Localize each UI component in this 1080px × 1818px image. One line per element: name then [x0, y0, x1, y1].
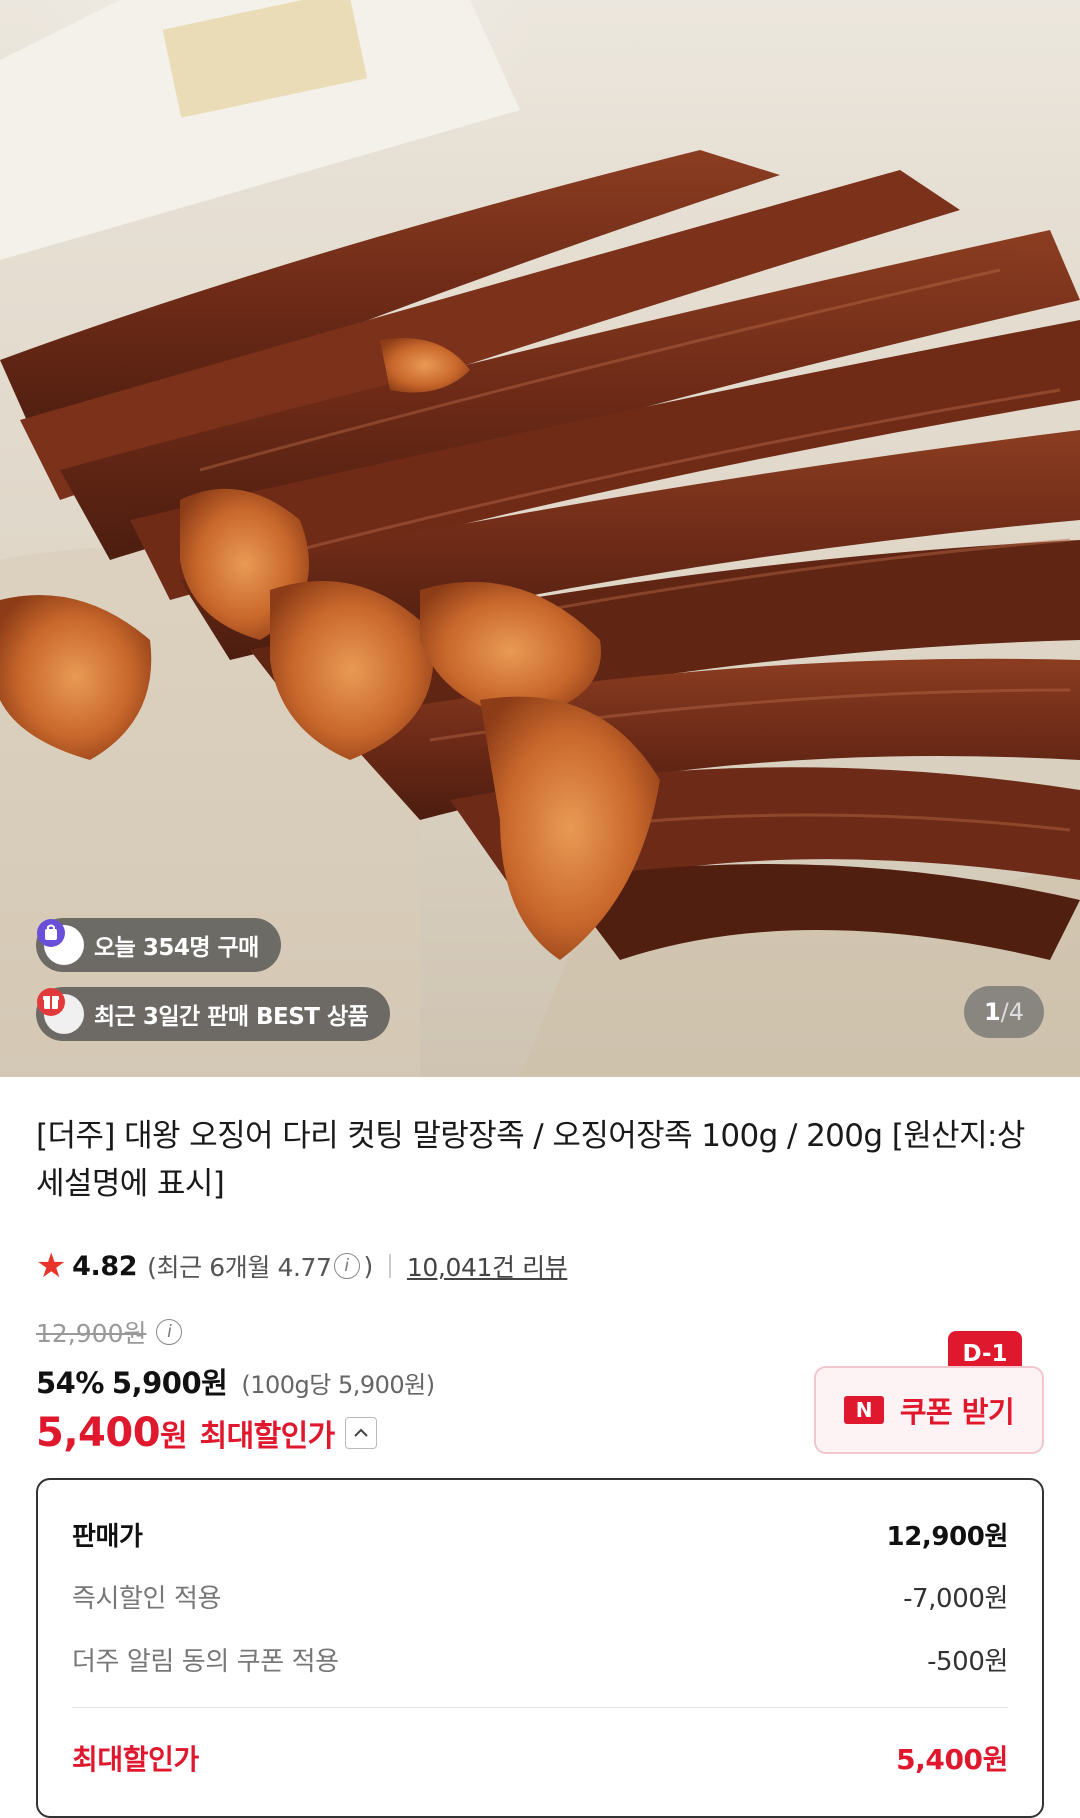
shopping-bag-icon: [37, 919, 84, 965]
original-price: 12,900원: [36, 1319, 147, 1348]
naver-logo-icon: N: [843, 1396, 884, 1424]
get-coupon-label: 쿠폰 받기: [899, 1395, 1015, 1429]
get-coupon-button[interactable]: N 쿠폰 받기: [814, 1366, 1044, 1454]
today-purchases-text: 오늘 354명 구매: [94, 935, 259, 961]
original-price-row: 12,900원 i: [36, 1314, 186, 1350]
review-count-link[interactable]: 10,041건 리뷰: [407, 1248, 568, 1284]
breakdown-row-total: 최대할인가 5,400원: [72, 1743, 1008, 1776]
breakdown-row-coupon: 더주 알림 동의 쿠폰 적용 -500원: [72, 1647, 1008, 1677]
image-page-indicator: 1 / 4: [964, 986, 1044, 1038]
chevron-up-icon[interactable]: [344, 1417, 377, 1449]
best-seller-text: 최근 3일간 판매 BEST 상품: [94, 1004, 369, 1030]
rating-row: ★ 4.82 (최근 6개월 4.77 i ) 10,041건 리뷰: [36, 1246, 568, 1286]
today-purchases-badge: 오늘 354명 구매: [36, 918, 281, 972]
discount-percent: 54%: [36, 1366, 104, 1400]
recent-rating-close: ): [363, 1251, 374, 1281]
dried-squid-photo: [0, 0, 1080, 1077]
recent-rating: (최근 6개월 4.77: [147, 1253, 332, 1282]
breakdown-row-instant-discount: 즉시할인 적용 -7,000원: [72, 1584, 1008, 1614]
final-price: 5,400: [36, 1410, 161, 1456]
rating-score: 4.82: [72, 1250, 138, 1282]
price-breakdown-panel: 판매가 12,900원 즉시할인 적용 -7,000원 더주 알림 동의 쿠폰 …: [36, 1478, 1044, 1818]
star-icon: ★: [36, 1246, 67, 1286]
divider: [388, 1254, 391, 1278]
sale-price: 5,900원: [111, 1366, 228, 1400]
final-price-unit: 원: [160, 1419, 188, 1454]
best-seller-badge: 최근 3일간 판매 BEST 상품: [36, 987, 391, 1041]
unit-price: (100g당 5,900원): [241, 1371, 435, 1399]
divider: [72, 1707, 1008, 1708]
product-title: [더주] 대왕 오징어 다리 컷팅 말랑장족 / 오징어장족 100g / 20…: [36, 1118, 1025, 1202]
final-price-row[interactable]: 5,400 원 최대할인가: [36, 1410, 377, 1456]
final-price-label: 최대할인가: [199, 1419, 336, 1454]
breakdown-row-list-price: 판매가 12,900원: [72, 1522, 1008, 1552]
product-image[interactable]: 오늘 354명 구매 최근 3일간 판매 BEST 상품 1 / 4: [0, 0, 1080, 1077]
gift-icon: [37, 988, 84, 1034]
info-icon[interactable]: i: [333, 1253, 360, 1279]
sale-price-row: 54% 5,900원 (100g당 5,900원): [36, 1360, 435, 1402]
price-info-icon[interactable]: i: [156, 1319, 183, 1345]
